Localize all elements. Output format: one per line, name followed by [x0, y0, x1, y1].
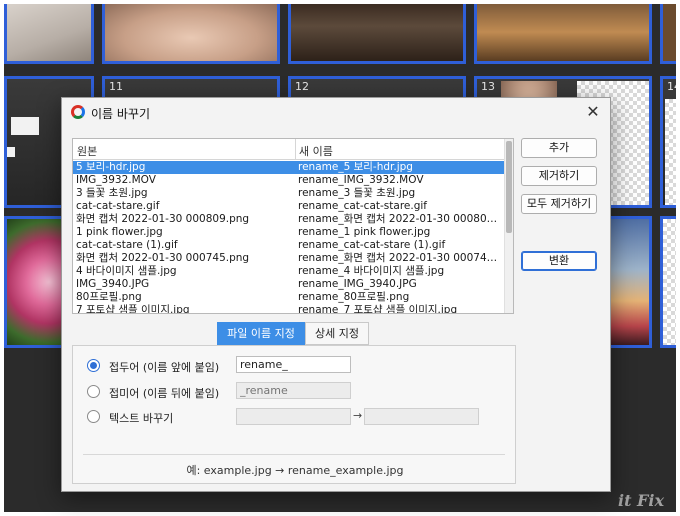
list-item[interactable]: 4 바다이미지 샘플.jpg rename_4 바다이미지 샘플.jpg — [73, 265, 505, 278]
new-filename: rename_화면 캡처 2022-01-30 000745.png — [298, 252, 503, 264]
original-filename: 80프로필.png — [76, 291, 142, 303]
prefix-label[interactable]: 접두어 (이름 앞에 붙임) — [109, 359, 219, 375]
list-item[interactable]: 80프로필.png rename_80프로필.png — [73, 291, 505, 304]
arrow-icon: → — [353, 409, 363, 422]
divider — [83, 454, 505, 455]
replace-from-input[interactable] — [236, 408, 351, 425]
new-filename: rename_cat-cat-stare (1).gif — [298, 239, 446, 251]
new-filename: rename_1 pink flower.jpg — [298, 226, 431, 238]
original-filename: cat-cat-stare (1).gif — [76, 239, 178, 251]
add-button[interactable]: 추가 — [521, 138, 597, 158]
thumbnail-image — [11, 117, 39, 135]
suffix-radio[interactable] — [87, 385, 100, 398]
prefix-input[interactable] — [236, 356, 351, 373]
thumbnail-image — [665, 99, 676, 205]
list-item[interactable]: 3 들꽃 초원.jpg rename_3 들꽃 초원.jpg — [73, 187, 505, 200]
tab-file-name[interactable]: 파일 이름 지정 — [217, 322, 305, 345]
thumbnail[interactable] — [660, 4, 676, 64]
remove-all-button[interactable]: 모두 제거하기 — [521, 194, 597, 214]
list-item[interactable]: IMG_3932.MOV rename_IMG_3932.MOV — [73, 174, 505, 187]
thumbnail[interactable] — [606, 216, 652, 348]
prefix-radio[interactable] — [87, 359, 100, 372]
thumbnail[interactable] — [288, 4, 466, 64]
thumbnail-number: 14 — [667, 80, 676, 93]
thumbnail[interactable] — [474, 4, 652, 64]
close-icon[interactable]: ✕ — [580, 100, 606, 124]
new-filename: rename_80프로필.png — [298, 291, 410, 303]
new-filename: rename_IMG_3940.JPG — [298, 278, 417, 290]
rename-dialog: 이름 바꾸기 ✕ 원본 새 이름 5 보리-hdr.jpg rename_5 보리… — [61, 97, 611, 492]
list-item[interactable]: 5 보리-hdr.jpg rename_5 보리-hdr.jpg — [73, 161, 505, 174]
new-filename: rename_IMG_3932.MOV — [298, 174, 424, 186]
column-divider[interactable] — [295, 139, 296, 160]
list-rows: 5 보리-hdr.jpg rename_5 보리-hdr.jpg IMG_3932.… — [73, 161, 505, 314]
original-filename: 5 보리-hdr.jpg — [76, 161, 146, 173]
thumbnail[interactable] — [660, 216, 676, 348]
new-filename: rename_5 보리-hdr.jpg — [298, 161, 413, 173]
list-item[interactable]: cat-cat-stare (1).gif rename_cat-cat-star… — [73, 239, 505, 252]
thumbnail-number: 11 — [109, 80, 123, 93]
new-filename: rename_cat-cat-stare.gif — [298, 200, 427, 212]
list-item[interactable]: 1 pink flower.jpg rename_1 pink flower.jp… — [73, 226, 505, 239]
convert-button[interactable]: 변환 — [521, 251, 597, 271]
column-header-original[interactable]: 원본 — [77, 143, 97, 159]
list-header: 원본 새 이름 — [73, 139, 505, 160]
watermark: it Fix — [617, 491, 664, 510]
list-item[interactable]: 7 포토샵 샘플 이미지.jpg rename_7 포토샵 샘플 이미지.jpg — [73, 304, 505, 314]
thumbnail-number: 12 — [295, 80, 309, 93]
new-filename: rename_7 포토샵 샘플 이미지.jpg — [298, 304, 458, 314]
dialog-title: 이름 바꾸기 — [91, 107, 151, 121]
list-item[interactable]: IMG_3940.JPG rename_IMG_3940.JPG — [73, 278, 505, 291]
options-panel: 접두어 (이름 앞에 붙임) 접미어 (이름 뒤에 붙임) 텍스트 바꾸기 → … — [72, 345, 516, 484]
remove-button[interactable]: 제거하기 — [521, 166, 597, 186]
replace-label[interactable]: 텍스트 바꾸기 — [109, 410, 173, 426]
thumbnail-image — [7, 147, 15, 157]
replace-to-input[interactable] — [364, 408, 479, 425]
suffix-input[interactable] — [236, 382, 351, 399]
new-filename: rename_3 들꽃 초원.jpg — [298, 187, 416, 199]
file-list[interactable]: 원본 새 이름 5 보리-hdr.jpg rename_5 보리-hdr.jpg I… — [72, 138, 514, 314]
new-filename: rename_4 바다이미지 샘플.jpg — [298, 265, 445, 277]
new-filename: rename_화면 캡처 2022-01-30 000809.png — [298, 213, 503, 225]
list-item[interactable]: 화면 캡처 2022-01-30 000809.png rename_화면 캡처 … — [73, 213, 505, 226]
original-filename: 화면 캡처 2022-01-30 000745.png — [76, 252, 250, 264]
original-filename: 3 들꽃 초원.jpg — [76, 187, 148, 199]
thumbnail[interactable] — [102, 4, 280, 64]
original-filename: cat-cat-stare.gif — [76, 200, 160, 212]
example-text: 예: example.jpg → rename_example.jpg — [186, 464, 404, 477]
original-filename: 1 pink flower.jpg — [76, 226, 163, 238]
original-filename: 화면 캡처 2022-01-30 000809.png — [76, 213, 250, 225]
list-scrollbar[interactable] — [504, 139, 513, 313]
thumbnail[interactable] — [4, 4, 94, 64]
dialog-titlebar[interactable]: 이름 바꾸기 ✕ — [62, 98, 610, 127]
suffix-label[interactable]: 접미어 (이름 뒤에 붙임) — [109, 385, 219, 401]
tab-detail[interactable]: 상세 지정 — [305, 322, 369, 345]
thumbnail[interactable]: 14 — [660, 76, 676, 208]
scrollbar-thumb[interactable] — [506, 141, 512, 233]
list-item[interactable]: 화면 캡처 2022-01-30 000745.png rename_화면 캡처 … — [73, 252, 505, 265]
column-header-new-name[interactable]: 새 이름 — [299, 143, 333, 159]
original-filename: 7 포토샵 샘플 이미지.jpg — [76, 304, 190, 314]
app-logo-icon — [71, 105, 85, 119]
replace-radio[interactable] — [87, 410, 100, 423]
original-filename: IMG_3940.JPG — [76, 278, 150, 290]
list-item[interactable]: cat-cat-stare.gif rename_cat-cat-stare.gi… — [73, 200, 505, 213]
thumbnail-number: 13 — [481, 80, 495, 93]
original-filename: 4 바다이미지 샘플.jpg — [76, 265, 177, 277]
original-filename: IMG_3932.MOV — [76, 174, 156, 186]
